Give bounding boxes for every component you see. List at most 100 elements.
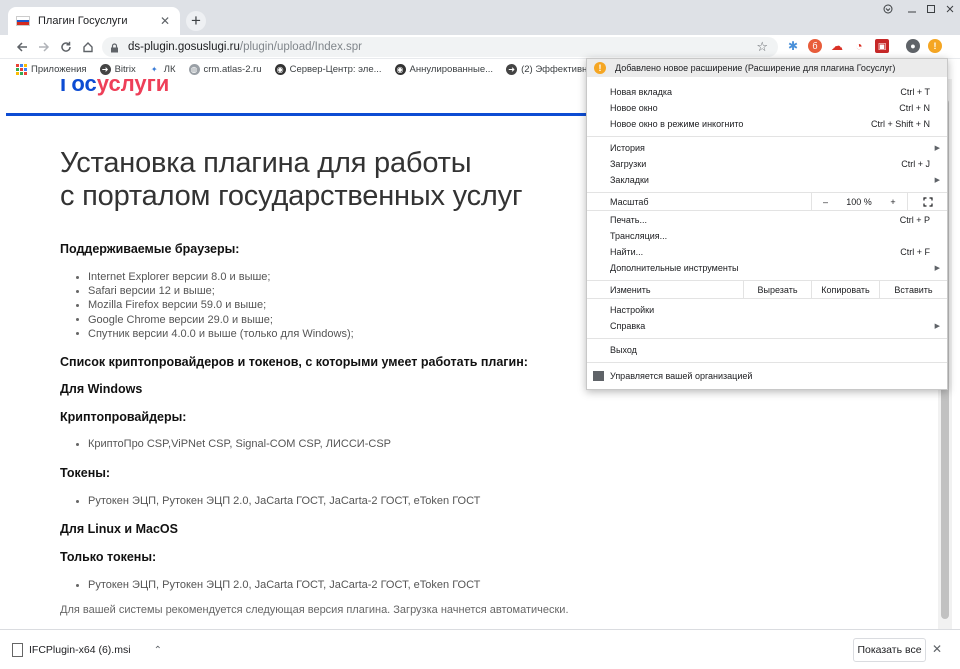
menu-label: Новая вкладка (610, 87, 673, 97)
address-bar[interactable]: ds-plugin.gosuslugi.ru/plugin/upload/Ind… (102, 37, 778, 57)
russia-flag-icon (16, 16, 30, 26)
menu-item-cast[interactable]: Трансляция... (587, 228, 947, 244)
menu-item-settings[interactable]: Настройки (587, 302, 947, 318)
chevron-up-icon[interactable]: ⌃ (154, 645, 162, 656)
download-item[interactable]: IFCPlugin-x64 (6).msi ⌃ (12, 638, 162, 662)
bookmark-lk[interactable]: ✦ ЛК (149, 64, 176, 75)
menu-label: Закладки (610, 175, 649, 185)
menu-item-downloads[interactable]: Загрузки Ctrl + J (587, 156, 947, 172)
list-item: Рутокен ЭЦП, Рутокен ЭЦП 2.0, JaCarta ГО… (76, 578, 480, 592)
menu-shortcut: Ctrl + Shift + N (870, 119, 930, 129)
download-filename: IFCPlugin-x64 (6).msi (29, 644, 131, 656)
close-shelf-icon[interactable]: ✕ (932, 642, 942, 656)
menu-label: Выход (610, 345, 637, 355)
submenu-arrow-icon: ▶ (934, 177, 940, 184)
menu-shortcut: Ctrl + T (900, 87, 930, 97)
download-shelf: IFCPlugin-x64 (6).msi ⌃ Показать все ✕ (0, 629, 960, 669)
chrome-menu-alert-icon[interactable]: ! (928, 39, 942, 53)
file-icon (12, 643, 23, 657)
list-item: Спутник версии 4.0.0 и выше (только для … (76, 327, 354, 341)
list-item: Safari версии 12 и выше; (76, 284, 354, 298)
bookmark-bitrix[interactable]: ➜ Bitrix (99, 63, 136, 75)
menu-separator (587, 338, 947, 339)
extension-red-box-icon[interactable]: ▣ (875, 39, 889, 53)
extension-orange-icon[interactable]: б (808, 39, 822, 53)
extension-added-banner[interactable]: ! Добавлено новое расширение (Расширение… (587, 59, 947, 77)
menu-separator (587, 362, 947, 363)
menu-item-more-tools[interactable]: Дополнительные инструменты ▶ (587, 260, 947, 276)
menu-zoom-row: Масштаб – 100 % + (587, 193, 947, 210)
crypto-list-heading: Список криптопровайдеров и токенов, с ко… (60, 355, 528, 369)
tokens-list: Рутокен ЭЦП, Рутокен ЭЦП 2.0, JaCarta ГО… (76, 494, 480, 508)
logo-part-a: Гос (60, 79, 97, 96)
page-title-line-1: Установка плагина для работы (60, 147, 472, 179)
menu-item-exit[interactable]: Выход (587, 342, 947, 358)
menu-item-help[interactable]: Справка ▶ (587, 318, 947, 334)
menu-edit-row: Изменить Вырезать Копировать Вставить (587, 281, 947, 298)
only-tokens-heading: Только токены: (60, 550, 157, 564)
extension-clock-icon[interactable]: ◔ (852, 39, 866, 53)
gosuslugi-logo[interactable]: Госуслуги (60, 79, 169, 97)
bookmark-apps[interactable]: Приложения (16, 63, 87, 75)
bookmark-server-center[interactable]: ◉ Сервер-Центр: эле... (274, 63, 382, 75)
extension-cloud-icon[interactable]: ☁ (830, 39, 844, 53)
managed-by-org[interactable]: Управляется вашей организацией (587, 368, 947, 384)
fullscreen-icon[interactable] (907, 193, 947, 210)
bookmark-star-icon[interactable]: ☆ (756, 39, 768, 55)
zoom-in-button[interactable]: + (879, 193, 907, 210)
only-tokens-list: Рутокен ЭЦП, Рутокен ЭЦП 2.0, JaCarta ГО… (76, 578, 480, 592)
menu-label: Печать... (610, 215, 647, 225)
new-tab-button[interactable]: + (186, 11, 206, 31)
server-icon: ◉ (274, 63, 286, 75)
recommendation-note: Для вашей системы рекомендуется следующа… (60, 604, 569, 616)
menu-label: Трансляция... (610, 231, 668, 241)
menu-item-bookmarks[interactable]: Закладки ▶ (587, 172, 947, 188)
menu-item-find[interactable]: Найти... Ctrl + F (587, 244, 947, 260)
bookmark-label: Bitrix (114, 63, 136, 75)
minimize-button[interactable] (902, 0, 922, 18)
home-button[interactable] (78, 37, 98, 57)
window-list-icon[interactable] (876, 0, 900, 18)
forward-button[interactable] (34, 37, 54, 57)
tab-close-icon[interactable]: ✕ (158, 14, 172, 28)
menu-item-new-window[interactable]: Новое окно Ctrl + N (587, 100, 947, 116)
tab-title: Плагин Госуслуги (38, 15, 128, 27)
chat-icon: ➜ (506, 63, 518, 75)
bookmark-annulled[interactable]: ◉ Аннулированные... (394, 63, 493, 75)
zoom-out-button[interactable]: – (811, 193, 839, 210)
back-button[interactable] (12, 37, 32, 57)
extension-bluetooth-icon[interactable]: ✱ (786, 39, 800, 53)
menu-shortcut: Ctrl + J (901, 159, 930, 169)
bitrix-icon: ➜ (99, 63, 111, 75)
list-item: Google Chrome версии 29.0 и выше; (76, 313, 354, 327)
list-item: Internet Explorer версии 8.0 и выше; (76, 270, 354, 284)
menu-separator (587, 210, 947, 211)
bookmark-label: ЛК (163, 63, 176, 75)
warning-icon: ! (594, 62, 606, 74)
profile-avatar-icon[interactable]: ● (906, 39, 920, 53)
menu-separator (587, 298, 947, 299)
menu-item-incognito[interactable]: Новое окно в режиме инкогнито Ctrl + Shif… (587, 116, 947, 132)
managed-label: Управляется вашей организацией (610, 371, 753, 381)
chrome-main-menu: ! Добавлено новое расширение (Расширение… (586, 58, 948, 390)
globe-icon: ◍ (188, 63, 200, 75)
tab-gosuslugi-plugin[interactable]: Плагин Госуслуги ✕ (8, 7, 180, 35)
zoom-value: 100 % (846, 196, 872, 207)
maximize-button[interactable] (922, 0, 940, 18)
menu-item-history[interactable]: История ▶ (587, 140, 947, 156)
copy-button[interactable]: Копировать (811, 281, 879, 298)
bookmark-crm[interactable]: ◍ crm.atlas-2.ru (188, 63, 262, 75)
cut-button[interactable]: Вырезать (743, 281, 811, 298)
lock-icon[interactable] (110, 42, 119, 52)
header-divider (6, 113, 586, 116)
reload-button[interactable] (56, 37, 76, 57)
cryptoproviders-heading: Криптопровайдеры: (60, 410, 187, 424)
paste-button[interactable]: Вставить (879, 281, 947, 298)
close-window-button[interactable] (940, 0, 960, 18)
menu-item-print[interactable]: Печать... Ctrl + P (587, 212, 947, 228)
show-all-button[interactable]: Показать все (853, 638, 926, 662)
zoom-label: Масштаб (610, 196, 649, 207)
menu-item-new-tab[interactable]: Новая вкладка Ctrl + T (587, 84, 947, 100)
menu-label: История (610, 143, 645, 153)
list-item: Рутокен ЭЦП, Рутокен ЭЦП 2.0, JaCarta ГО… (76, 494, 480, 508)
